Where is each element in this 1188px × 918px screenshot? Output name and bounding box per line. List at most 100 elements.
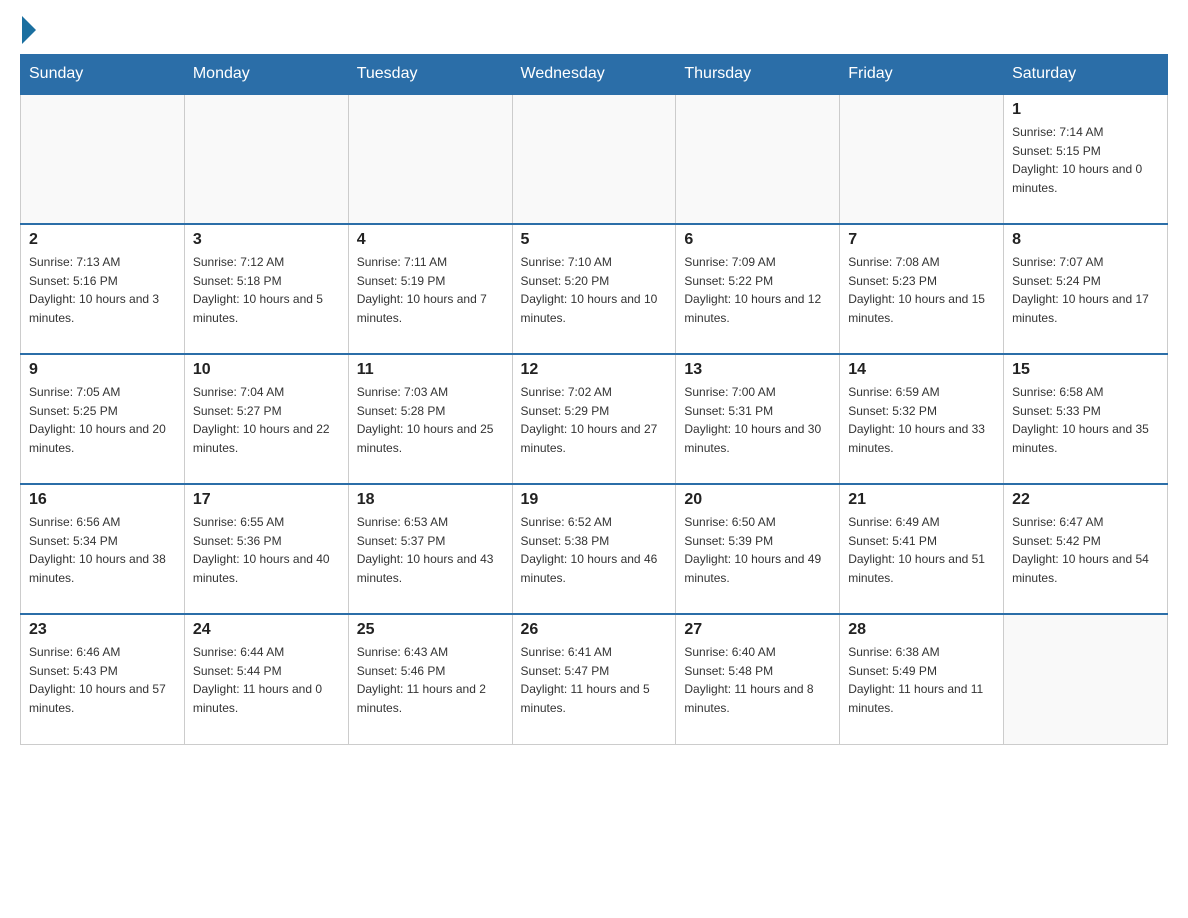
calendar-cell: 3 Sunrise: 7:12 AM Sunset: 5:18 PM Daylig…: [184, 224, 348, 354]
day-info: Sunrise: 7:03 AM Sunset: 5:28 PM Dayligh…: [357, 383, 504, 457]
weekday-header-monday: Monday: [184, 55, 348, 95]
calendar-cell: 22 Sunrise: 6:47 AM Sunset: 5:42 PM Dayli…: [1004, 484, 1168, 614]
calendar-cell: 1 Sunrise: 7:14 AM Sunset: 5:15 PM Daylig…: [1004, 94, 1168, 224]
calendar-cell: [1004, 614, 1168, 744]
day-number: 28: [848, 621, 995, 639]
day-number: 22: [1012, 491, 1159, 509]
day-info: Sunrise: 7:08 AM Sunset: 5:23 PM Dayligh…: [848, 253, 995, 327]
calendar-cell: 10Sunrise: 7:04 AM Sunset: 5:27 PM Dayli…: [184, 354, 348, 484]
calendar-cell: 28 Sunrise: 6:38 AM Sunset: 5:49 PM Dayli…: [840, 614, 1004, 744]
calendar-cell: 5Sunrise: 7:10 AM Sunset: 5:20 PM Daylig…: [512, 224, 676, 354]
calendar-cell: 2Sunrise: 7:13 AM Sunset: 5:16 PM Daylig…: [21, 224, 185, 354]
logo-arrow-icon: [22, 16, 36, 44]
day-number: 17: [193, 491, 340, 509]
day-number: 13: [684, 361, 831, 379]
calendar-cell: [184, 94, 348, 224]
calendar-cell: 6Sunrise: 7:09 AM Sunset: 5:22 PM Daylig…: [676, 224, 840, 354]
day-number: 1: [1012, 101, 1159, 119]
day-info: Sunrise: 7:13 AM Sunset: 5:16 PM Dayligh…: [29, 253, 176, 327]
calendar-cell: 17 Sunrise: 6:55 AM Sunset: 5:36 PM Dayli…: [184, 484, 348, 614]
day-info: Sunrise: 6:59 AM Sunset: 5:32 PM Dayligh…: [848, 383, 995, 457]
day-number: 16: [29, 491, 176, 509]
day-number: 24: [193, 621, 340, 639]
day-info: Sunrise: 7:04 AM Sunset: 5:27 PM Dayligh…: [193, 383, 340, 457]
weekday-header-thursday: Thursday: [676, 55, 840, 95]
calendar-cell: 11 Sunrise: 7:03 AM Sunset: 5:28 PM Dayli…: [348, 354, 512, 484]
week-row-4: 16 Sunrise: 6:56 AM Sunset: 5:34 PM Dayli…: [21, 484, 1168, 614]
day-info: Sunrise: 6:40 AM Sunset: 5:48 PM Dayligh…: [684, 643, 831, 717]
day-info: Sunrise: 6:52 AM Sunset: 5:38 PM Dayligh…: [521, 513, 668, 587]
calendar-cell: 19 Sunrise: 6:52 AM Sunset: 5:38 PM Dayli…: [512, 484, 676, 614]
day-info: Sunrise: 6:46 AM Sunset: 5:43 PM Dayligh…: [29, 643, 176, 717]
day-info: Sunrise: 7:05 AM Sunset: 5:25 PM Dayligh…: [29, 383, 176, 457]
week-row-2: 2Sunrise: 7:13 AM Sunset: 5:16 PM Daylig…: [21, 224, 1168, 354]
day-number: 27: [684, 621, 831, 639]
weekday-header-friday: Friday: [840, 55, 1004, 95]
day-number: 3: [193, 231, 340, 249]
week-row-5: 23 Sunrise: 6:46 AM Sunset: 5:43 PM Dayli…: [21, 614, 1168, 744]
day-number: 12: [521, 361, 668, 379]
day-info: Sunrise: 7:14 AM Sunset: 5:15 PM Dayligh…: [1012, 123, 1159, 197]
day-number: 4: [357, 231, 504, 249]
day-number: 18: [357, 491, 504, 509]
day-number: 8: [1012, 231, 1159, 249]
week-row-3: 9Sunrise: 7:05 AM Sunset: 5:25 PM Daylig…: [21, 354, 1168, 484]
day-info: Sunrise: 7:11 AM Sunset: 5:19 PM Dayligh…: [357, 253, 504, 327]
week-row-1: 1 Sunrise: 7:14 AM Sunset: 5:15 PM Daylig…: [21, 94, 1168, 224]
day-info: Sunrise: 7:12 AM Sunset: 5:18 PM Dayligh…: [193, 253, 340, 327]
calendar-cell: 20 Sunrise: 6:50 AM Sunset: 5:39 PM Dayli…: [676, 484, 840, 614]
calendar-cell: 21 Sunrise: 6:49 AM Sunset: 5:41 PM Dayli…: [840, 484, 1004, 614]
calendar-cell: 23 Sunrise: 6:46 AM Sunset: 5:43 PM Dayli…: [21, 614, 185, 744]
calendar-cell: 7Sunrise: 7:08 AM Sunset: 5:23 PM Daylig…: [840, 224, 1004, 354]
calendar-cell: 8 Sunrise: 7:07 AM Sunset: 5:24 PM Daylig…: [1004, 224, 1168, 354]
calendar-cell: 25 Sunrise: 6:43 AM Sunset: 5:46 PM Dayli…: [348, 614, 512, 744]
page-header: [20, 20, 1168, 44]
day-number: 21: [848, 491, 995, 509]
weekday-header-tuesday: Tuesday: [348, 55, 512, 95]
calendar-cell: 9Sunrise: 7:05 AM Sunset: 5:25 PM Daylig…: [21, 354, 185, 484]
day-info: Sunrise: 6:38 AM Sunset: 5:49 PM Dayligh…: [848, 643, 995, 717]
day-info: Sunrise: 6:49 AM Sunset: 5:41 PM Dayligh…: [848, 513, 995, 587]
day-info: Sunrise: 6:50 AM Sunset: 5:39 PM Dayligh…: [684, 513, 831, 587]
calendar-cell: [840, 94, 1004, 224]
weekday-header-wednesday: Wednesday: [512, 55, 676, 95]
calendar-cell: 26 Sunrise: 6:41 AM Sunset: 5:47 PM Dayli…: [512, 614, 676, 744]
day-info: Sunrise: 7:02 AM Sunset: 5:29 PM Dayligh…: [521, 383, 668, 457]
day-info: Sunrise: 7:07 AM Sunset: 5:24 PM Dayligh…: [1012, 253, 1159, 327]
day-info: Sunrise: 6:47 AM Sunset: 5:42 PM Dayligh…: [1012, 513, 1159, 587]
calendar-cell: 16 Sunrise: 6:56 AM Sunset: 5:34 PM Dayli…: [21, 484, 185, 614]
calendar-cell: 27 Sunrise: 6:40 AM Sunset: 5:48 PM Dayli…: [676, 614, 840, 744]
day-info: Sunrise: 6:43 AM Sunset: 5:46 PM Dayligh…: [357, 643, 504, 717]
weekday-header-sunday: Sunday: [21, 55, 185, 95]
day-number: 23: [29, 621, 176, 639]
day-number: 15: [1012, 361, 1159, 379]
calendar-cell: [512, 94, 676, 224]
day-number: 14: [848, 361, 995, 379]
calendar-cell: 4 Sunrise: 7:11 AM Sunset: 5:19 PM Daylig…: [348, 224, 512, 354]
day-info: Sunrise: 6:58 AM Sunset: 5:33 PM Dayligh…: [1012, 383, 1159, 457]
calendar-table: SundayMondayTuesdayWednesdayThursdayFrid…: [20, 54, 1168, 745]
day-number: 11: [357, 361, 504, 379]
day-number: 5: [521, 231, 668, 249]
day-info: Sunrise: 6:53 AM Sunset: 5:37 PM Dayligh…: [357, 513, 504, 587]
day-number: 19: [521, 491, 668, 509]
calendar-cell: 12 Sunrise: 7:02 AM Sunset: 5:29 PM Dayli…: [512, 354, 676, 484]
day-info: Sunrise: 6:44 AM Sunset: 5:44 PM Dayligh…: [193, 643, 340, 717]
calendar-cell: [348, 94, 512, 224]
weekday-header-saturday: Saturday: [1004, 55, 1168, 95]
day-number: 25: [357, 621, 504, 639]
day-info: Sunrise: 6:55 AM Sunset: 5:36 PM Dayligh…: [193, 513, 340, 587]
day-number: 20: [684, 491, 831, 509]
day-number: 26: [521, 621, 668, 639]
calendar-cell: [676, 94, 840, 224]
calendar-cell: 15 Sunrise: 6:58 AM Sunset: 5:33 PM Dayli…: [1004, 354, 1168, 484]
weekday-header-row: SundayMondayTuesdayWednesdayThursdayFrid…: [21, 55, 1168, 95]
calendar-cell: 18 Sunrise: 6:53 AM Sunset: 5:37 PM Dayli…: [348, 484, 512, 614]
calendar-cell: [21, 94, 185, 224]
logo: [20, 20, 36, 44]
day-info: Sunrise: 6:41 AM Sunset: 5:47 PM Dayligh…: [521, 643, 668, 717]
day-info: Sunrise: 6:56 AM Sunset: 5:34 PM Dayligh…: [29, 513, 176, 587]
calendar-cell: 14 Sunrise: 6:59 AM Sunset: 5:32 PM Dayli…: [840, 354, 1004, 484]
calendar-cell: 24 Sunrise: 6:44 AM Sunset: 5:44 PM Dayli…: [184, 614, 348, 744]
day-number: 6: [684, 231, 831, 249]
